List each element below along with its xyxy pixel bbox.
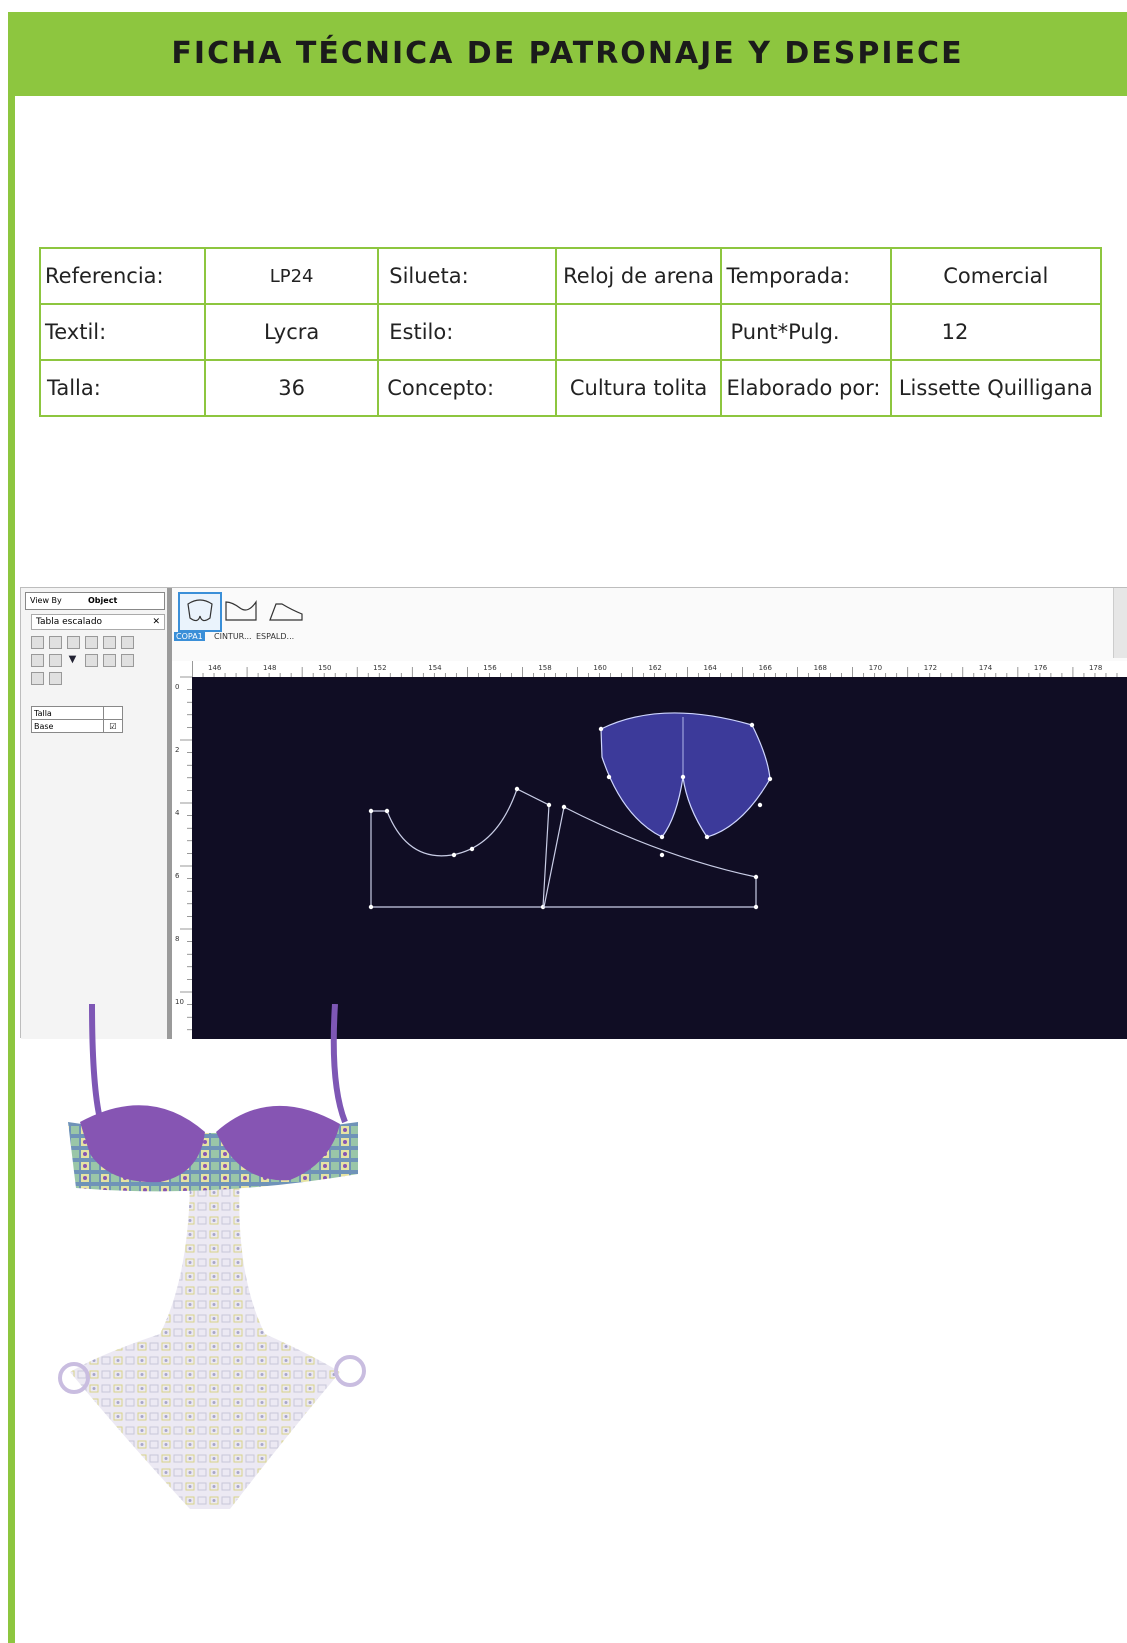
spec-row: Textil: Lycra Estilo: Punt*Pulg. 12 <box>39 303 1103 361</box>
piece-toolbar: COPA1 CINTUR... ESPALD... <box>172 588 1127 662</box>
ruler-label: 154 <box>428 664 442 672</box>
waist-piece-icon[interactable] <box>222 592 262 628</box>
puntadas-label: Punt*Pulg. <box>720 303 892 361</box>
dropdown-arrow-icon[interactable]: ▼ <box>67 654 78 665</box>
ruler-label: 174 <box>979 664 993 672</box>
estilo-label: Estilo: <box>377 303 557 361</box>
elaborado-value: Lissette Quilligana <box>889 359 1103 417</box>
left-strap <box>89 1004 103 1120</box>
close-icon[interactable]: ✕ <box>152 615 160 629</box>
tool-icon[interactable] <box>49 672 62 685</box>
textil-value: Lycra <box>203 303 380 361</box>
panel-title-text: Tabla escalado <box>36 617 103 627</box>
ruler-label: 156 <box>483 664 497 672</box>
talla-value: 36 <box>203 359 380 417</box>
tool-icon[interactable] <box>49 636 62 649</box>
back-piece-icon[interactable] <box>266 592 306 628</box>
tool-icon[interactable] <box>103 636 116 649</box>
ruler-label: 160 <box>593 664 606 672</box>
referencia-label: Referencia: <box>39 247 206 305</box>
tool-icon[interactable] <box>31 654 44 667</box>
header-bar: FICHA TÉCNICA DE PATRONAJE Y DESPIECE <box>8 12 1127 96</box>
textil-label: Textil: <box>39 303 206 361</box>
ruler-label: 178 <box>1089 664 1102 672</box>
tool-icon[interactable] <box>31 636 44 649</box>
concepto-label: Concepto: <box>377 359 557 417</box>
ruler-label: 148 <box>263 664 276 672</box>
page-title: FICHA TÉCNICA DE PATRONAJE Y DESPIECE <box>171 36 964 71</box>
view-by-select[interactable]: View By Object <box>25 592 165 610</box>
ruler-label: 4 <box>175 809 180 817</box>
ruler-label: 166 <box>759 664 773 672</box>
ruler-label: 2 <box>175 746 179 754</box>
referencia-value: LP24 <box>203 247 380 305</box>
ruler-label: 8 <box>175 935 179 943</box>
tool-icon[interactable] <box>67 636 80 649</box>
left-ruler: 0246810 <box>172 661 193 1039</box>
spec-row: Talla: 36 Concepto: Cultura tolita Elabo… <box>39 359 1103 417</box>
ruler-label: 168 <box>814 664 827 672</box>
silueta-label: Silueta: <box>377 247 557 305</box>
tool-icon[interactable] <box>31 672 44 685</box>
ruler-label: 172 <box>924 664 937 672</box>
view-by-value: Object <box>88 596 118 605</box>
body-piece <box>70 1174 340 1509</box>
piece-tab-espalda[interactable]: ESPALD... <box>254 632 296 641</box>
tool-icon[interactable] <box>103 654 116 667</box>
swimsuit-illustration <box>58 1004 366 1509</box>
silueta-value: Reloj de arena <box>554 247 723 305</box>
ruler-label: 146 <box>208 664 222 672</box>
ruler-label: 158 <box>538 664 551 672</box>
temporada-value: Comercial <box>889 247 1103 305</box>
size-header: Talla <box>31 706 104 720</box>
scrollbar[interactable] <box>1113 588 1127 658</box>
spec-table: Referencia: LP24 Silueta: Reloj de arena… <box>39 247 1103 417</box>
panel-title: Tabla escalado ✕ <box>31 614 165 630</box>
side-panel: View By Object Tabla escalado ✕ ▼ Talla … <box>21 588 172 1039</box>
concepto-value: Cultura tolita <box>554 359 723 417</box>
ruler-label: 152 <box>373 664 386 672</box>
view-by-label: View By <box>30 596 62 605</box>
ruler-label: 162 <box>648 664 661 672</box>
tool-icon[interactable] <box>121 636 134 649</box>
cup-pattern-piece <box>598 712 773 840</box>
size-row-name[interactable]: Base <box>31 719 104 733</box>
size-cell <box>103 706 123 720</box>
cup-piece-icon[interactable] <box>178 592 222 632</box>
right-strap <box>330 1004 348 1124</box>
piece-tab-cintura[interactable]: CINTUR... <box>212 632 254 641</box>
estilo-value <box>554 303 723 361</box>
spec-row: Referencia: LP24 Silueta: Reloj de arena… <box>39 247 1103 305</box>
pattern-canvas[interactable] <box>192 677 1127 1039</box>
waist-pattern-piece <box>368 786 552 910</box>
left-accent-bar <box>8 96 15 1643</box>
ruler-label: 6 <box>175 872 180 880</box>
elaborado-label: Elaborado por: <box>720 359 892 417</box>
tool-icon[interactable] <box>85 654 98 667</box>
checkbox-icon[interactable]: ☑ <box>103 719 123 733</box>
ruler-label: 150 <box>318 664 331 672</box>
talla-label: Talla: <box>39 359 206 417</box>
tool-icon[interactable] <box>121 654 134 667</box>
ruler-label: 170 <box>869 664 882 672</box>
ruler-label: 164 <box>704 664 718 672</box>
right-ring <box>334 1355 366 1387</box>
tool-icon[interactable] <box>85 636 98 649</box>
tool-icon[interactable] <box>49 654 62 667</box>
ruler-label: 176 <box>1034 664 1048 672</box>
ruler-label: 0 <box>175 683 179 691</box>
cad-screenshot: View By Object Tabla escalado ✕ ▼ Talla … <box>20 587 1127 1039</box>
top-ruler: 146 148 150 152 154 156 158 160 162 164 166 168 170 1… <box>192 661 1127 678</box>
piece-tab-copa[interactable]: COPA1 <box>174 632 205 641</box>
size-table: Talla Base ☑ <box>31 706 123 733</box>
temporada-label: Temporada: <box>720 247 892 305</box>
puntadas-value: 12 <box>889 303 1103 361</box>
